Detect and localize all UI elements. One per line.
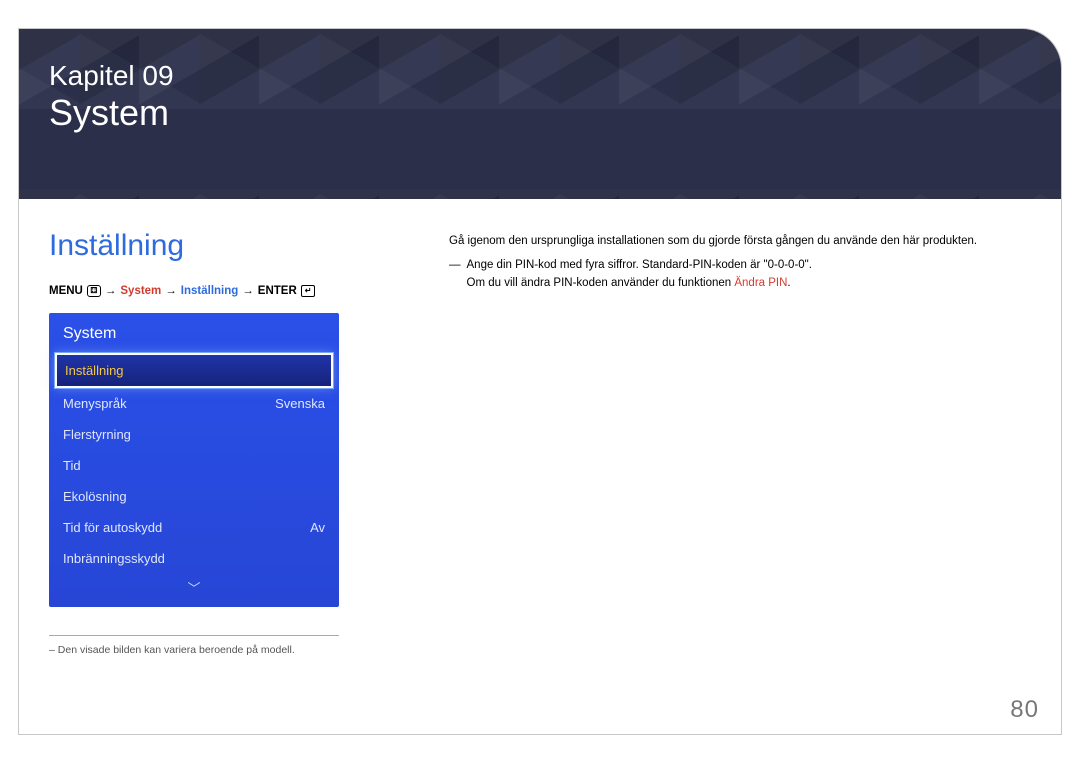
description-pin-note: ― Ange din PIN-kod med fyra siffror. Sta… xyxy=(449,257,1021,293)
osd-item-value: Av xyxy=(310,520,325,535)
chevron-down-icon[interactable]: ﹀ xyxy=(49,574,339,597)
osd-item-label: Inställning xyxy=(65,363,124,378)
breadcrumb-enter-label: ENTER xyxy=(258,285,297,297)
menu-icon: ⚃ xyxy=(87,285,101,297)
osd-item-label: Menyspråk xyxy=(63,396,127,411)
description-intro: Gå igenom den ursprungliga installatione… xyxy=(449,233,1021,251)
enter-icon: ↵ xyxy=(301,285,316,297)
description-column: Gå igenom den ursprungliga installatione… xyxy=(449,233,1021,292)
page-number: 80 xyxy=(1010,696,1039,724)
page-frame: Kapitel 09 System Inställning MENU ⚃ → S… xyxy=(18,28,1062,735)
osd-item-inbranningsskydd[interactable]: Inbränningsskydd xyxy=(49,543,339,574)
osd-item-menysprak[interactable]: Menyspråk Svenska xyxy=(49,388,339,419)
osd-item-label: Tid xyxy=(63,458,81,473)
chapter-kicker: Kapitel 09 xyxy=(19,29,1061,93)
pin-line1: Ange din PIN-kod med fyra siffror. Stand… xyxy=(467,259,812,271)
arrow-icon: → xyxy=(165,285,177,297)
breadcrumb-menu-label: MENU xyxy=(49,285,83,297)
footnote-prefix: – xyxy=(49,644,55,656)
andra-pin-link: Ändra PIN xyxy=(734,277,787,289)
footnote-text: Den visade bilden kan variera beroende p… xyxy=(58,644,295,656)
osd-item-value: Svenska xyxy=(275,396,325,411)
breadcrumb-sub: Inställning xyxy=(181,285,239,297)
osd-item-tid[interactable]: Tid xyxy=(49,450,339,481)
chapter-title: System xyxy=(19,93,1061,133)
osd-item-ekolosning[interactable]: Ekolösning xyxy=(49,481,339,512)
osd-item-tid-for-autoskydd[interactable]: Tid för autoskydd Av xyxy=(49,512,339,543)
dash-icon: ― xyxy=(449,257,461,293)
chapter-hero: Kapitel 09 System xyxy=(19,29,1061,199)
osd-item-label: Inbränningsskydd xyxy=(63,551,165,566)
osd-title: System xyxy=(49,325,339,353)
footnote: – Den visade bilden kan variera beroende… xyxy=(49,644,1031,656)
osd-item-label: Flerstyrning xyxy=(63,427,131,442)
osd-item-label: Tid för autoskydd xyxy=(63,520,162,535)
pin-line2-post: . xyxy=(787,277,790,289)
arrow-icon: → xyxy=(242,285,254,297)
osd-item-installning[interactable]: Inställning xyxy=(55,353,333,388)
osd-item-flerstyrning[interactable]: Flerstyrning xyxy=(49,419,339,450)
footnote-rule xyxy=(49,635,339,636)
osd-panel: System Inställning Menyspråk Svenska Fle… xyxy=(49,313,339,607)
osd-item-label: Ekolösning xyxy=(63,489,127,504)
breadcrumb-system: System xyxy=(120,285,161,297)
pin-line2-pre: Om du vill ändra PIN-koden använder du f… xyxy=(467,277,735,289)
arrow-icon: → xyxy=(105,285,117,297)
